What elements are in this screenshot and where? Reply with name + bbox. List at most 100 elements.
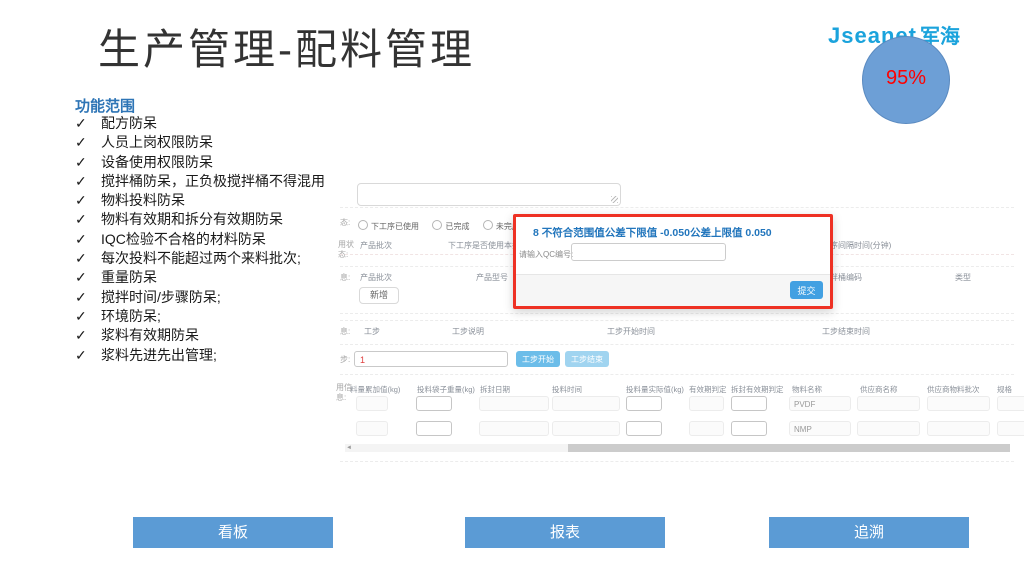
- material-input[interactable]: [689, 421, 724, 436]
- material-input[interactable]: [356, 396, 388, 411]
- material-label2: 息:: [336, 392, 346, 403]
- material-input[interactable]: [997, 421, 1024, 436]
- column-header: 物料名称: [792, 384, 822, 395]
- column-header: 投料时间: [552, 384, 582, 395]
- list-item: ✓每次投料不能超过两个来料批次;: [75, 249, 375, 268]
- column-header: 产品型号: [476, 272, 508, 283]
- radio-icon[interactable]: [358, 220, 368, 230]
- divider: [340, 320, 1014, 321]
- column-header: 供应商名称: [860, 384, 898, 395]
- step-end-button[interactable]: 工步结束: [565, 351, 609, 367]
- qc-alert-dialog: 8 不符合范围值公差下限值 -0.050公差上限值 0.050 请输入QC编号:…: [513, 214, 833, 309]
- remark-textarea[interactable]: [357, 183, 621, 206]
- material-input[interactable]: [479, 421, 549, 436]
- material-input[interactable]: [857, 396, 920, 411]
- column-header: 料量累加值(kg): [350, 384, 400, 395]
- check-icon: ✓: [75, 230, 101, 249]
- material-name-field: NMP: [789, 421, 851, 436]
- material-input[interactable]: [997, 396, 1024, 411]
- qc-alert-message: 8 不符合范围值公差下限值 -0.050公差上限值 0.050: [533, 225, 772, 240]
- check-icon: ✓: [75, 326, 101, 345]
- material-input[interactable]: [689, 396, 724, 411]
- scroll-left-icon[interactable]: ◄: [346, 444, 352, 452]
- check-icon: ✓: [75, 210, 101, 229]
- list-item: ✓设备使用权限防呆: [75, 153, 375, 172]
- material-input[interactable]: [927, 421, 990, 436]
- material-input[interactable]: [626, 421, 662, 436]
- check-icon: ✓: [75, 346, 101, 365]
- radio-icon[interactable]: [432, 220, 442, 230]
- step-input[interactable]: 1: [354, 351, 508, 367]
- progress-badge-value: 95%: [863, 67, 949, 90]
- column-header: 投料量实际值(kg): [626, 384, 684, 395]
- divider: [340, 207, 1014, 208]
- check-icon: ✓: [75, 172, 101, 191]
- list-item: ✓搅拌时间/步骤防呆;: [75, 288, 375, 307]
- trace-button[interactable]: 追溯: [769, 517, 969, 548]
- column-header: 供应商物料批次: [927, 384, 980, 395]
- qc-number-input[interactable]: [571, 243, 726, 261]
- features-list: ✓配方防呆 ✓人员上岗权限防呆 ✓设备使用权限防呆 ✓搅拌桶防呆，正负极搅拌桶不…: [75, 114, 375, 365]
- product-label: 息:: [340, 272, 350, 283]
- step-start-button[interactable]: 工步开始: [516, 351, 560, 367]
- submit-button[interactable]: 提交: [790, 281, 823, 299]
- features-heading: 功能范围: [75, 95, 135, 116]
- radio-option[interactable]: 已完成: [432, 222, 469, 231]
- column-header: 产品批次: [360, 240, 392, 251]
- column-header: 序间隔时间(分钟): [830, 240, 891, 251]
- resize-handle-icon[interactable]: [611, 196, 618, 203]
- status-radio-group: 下工序已使用 已完成 未完成: [358, 216, 529, 234]
- material-input[interactable]: [356, 421, 388, 436]
- list-item: ✓环境防呆;: [75, 307, 375, 326]
- material-input[interactable]: [552, 421, 620, 436]
- list-item: ✓搅拌桶防呆，正负极搅拌桶不得混用: [75, 172, 375, 191]
- list-item: ✓浆料有效期防呆: [75, 326, 375, 345]
- material-input[interactable]: [416, 421, 452, 436]
- list-item: ✓重量防呆: [75, 268, 375, 287]
- check-icon: ✓: [75, 307, 101, 326]
- progress-badge: 95%: [862, 36, 950, 124]
- step-label: 步:: [340, 354, 350, 365]
- check-icon: ✓: [75, 191, 101, 210]
- list-item: ✓IQC检验不合格的材料防呆: [75, 230, 375, 249]
- add-button[interactable]: 新增: [359, 287, 399, 304]
- list-item: ✓物料有效期和拆分有效期防呆: [75, 210, 375, 229]
- list-item: ✓人员上岗权限防呆: [75, 133, 375, 152]
- material-input[interactable]: [927, 396, 990, 411]
- column-header: 工步: [364, 326, 380, 337]
- kanban-button[interactable]: 看板: [133, 517, 333, 548]
- status-label: 态:: [340, 217, 350, 228]
- material-input[interactable]: [731, 421, 767, 436]
- material-input[interactable]: [857, 421, 920, 436]
- check-icon: ✓: [75, 133, 101, 152]
- divider: [340, 374, 1014, 375]
- material-input[interactable]: [626, 396, 662, 411]
- radio-icon[interactable]: [483, 220, 493, 230]
- dialog-footer: 提交: [516, 274, 830, 306]
- column-header: 工步开始时间: [607, 326, 655, 337]
- check-icon: ✓: [75, 153, 101, 172]
- page-title: 生产管理-配料管理: [98, 16, 475, 77]
- presentation-slide: 生产管理-配料管理 Jseanet军海 95% 功能范围 ✓配方防呆 ✓人员上岗…: [0, 0, 1024, 576]
- column-header: 投料袋子重量(kg): [417, 384, 475, 395]
- list-item: ✓浆料先进先出管理;: [75, 346, 375, 365]
- column-header: 拆封日期: [480, 384, 510, 395]
- list-item: ✓配方防呆: [75, 114, 375, 133]
- check-icon: ✓: [75, 268, 101, 287]
- scrollbar-thumb[interactable]: [568, 444, 1010, 452]
- column-header: 工步说明: [452, 326, 484, 337]
- check-icon: ✓: [75, 288, 101, 307]
- column-header: 拆封有效期判定: [731, 384, 784, 395]
- qc-input-label: 请输入QC编号:: [519, 249, 573, 260]
- divider: [340, 344, 1014, 345]
- divider: [340, 461, 1014, 462]
- radio-option[interactable]: 下工序已使用: [358, 222, 419, 231]
- material-input[interactable]: [479, 396, 549, 411]
- report-button[interactable]: 报表: [465, 517, 665, 548]
- divider: [340, 313, 1014, 314]
- material-input[interactable]: [552, 396, 620, 411]
- check-icon: ✓: [75, 114, 101, 133]
- column-header: 拌桶编码: [830, 272, 862, 283]
- material-input[interactable]: [731, 396, 767, 411]
- material-input[interactable]: [416, 396, 452, 411]
